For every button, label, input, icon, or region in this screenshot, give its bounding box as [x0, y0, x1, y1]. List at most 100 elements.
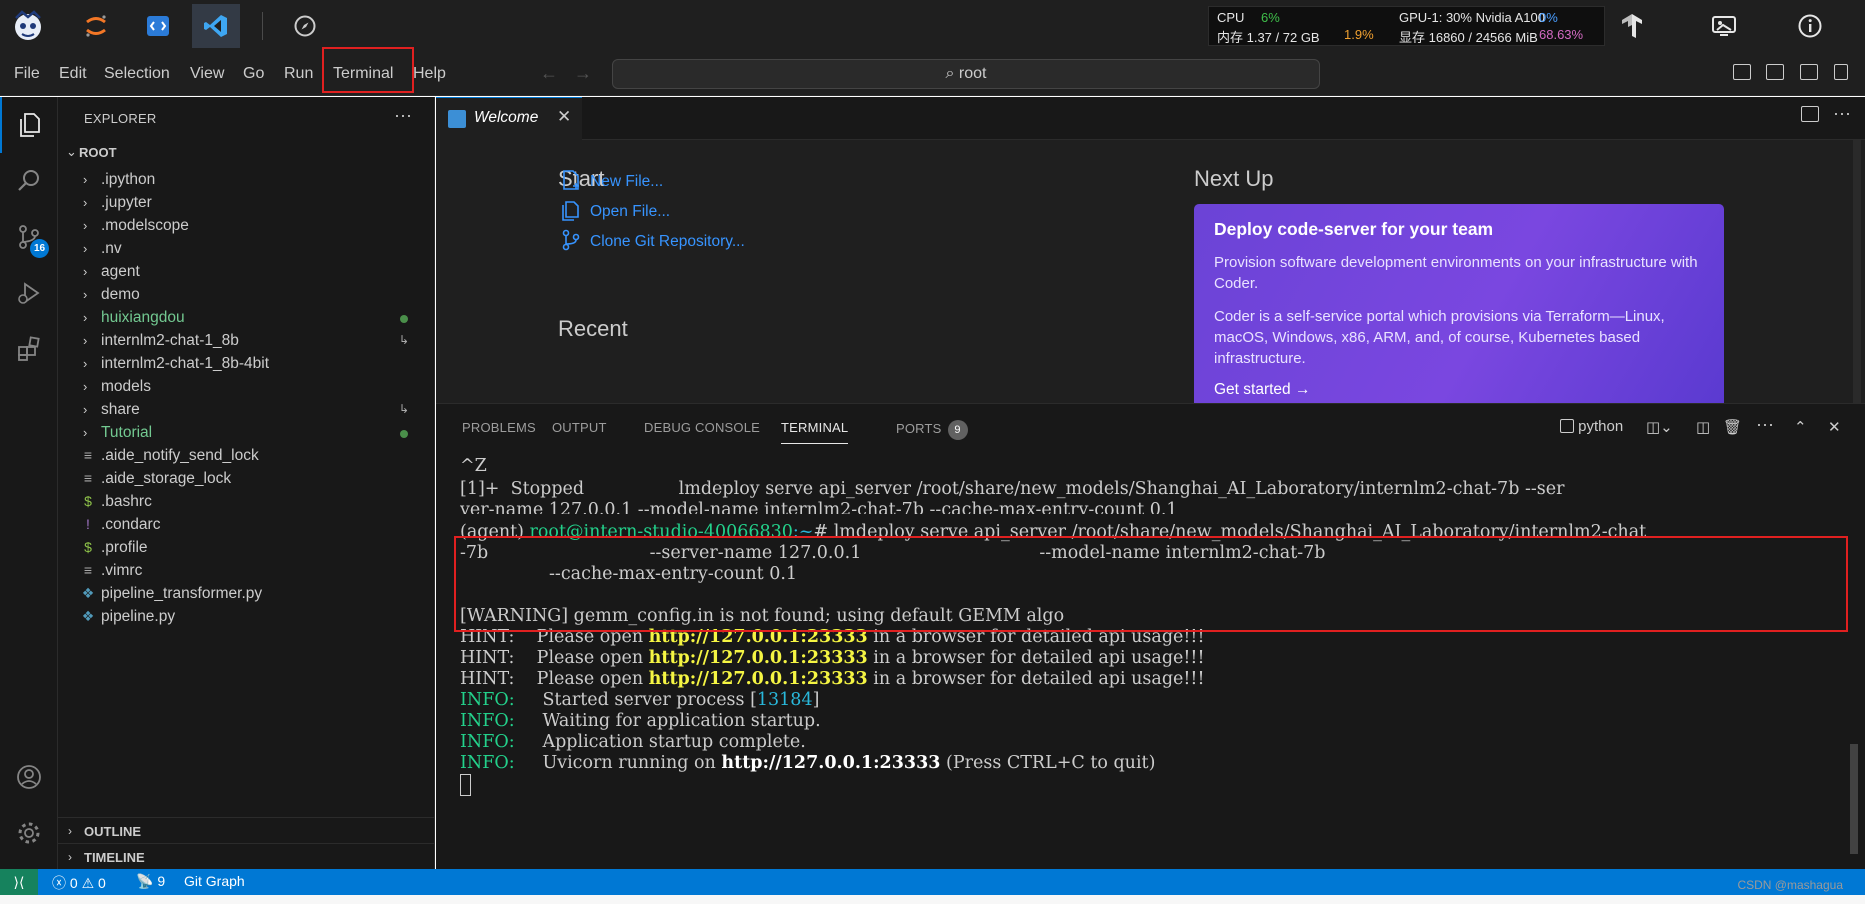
gpu-value: 0% — [1539, 10, 1558, 25]
vscode-icon[interactable] — [192, 4, 240, 48]
tab-label: Welcome — [474, 109, 539, 126]
menu-go[interactable]: Go — [243, 62, 264, 86]
maximize-panel-icon[interactable]: ⌃ — [1794, 418, 1807, 436]
explorer-icon[interactable] — [0, 97, 58, 153]
compass-icon[interactable] — [281, 4, 329, 48]
run-debug-icon[interactable] — [0, 265, 58, 321]
command-highlight-box — [454, 536, 1848, 632]
ports-status[interactable]: 📡 9 — [136, 873, 165, 890]
command-center-label: root — [958, 65, 987, 82]
back-arrow-icon[interactable]: ← — [540, 63, 558, 84]
close-panel-icon[interactable]: ✕ — [1828, 418, 1841, 436]
accounts-icon[interactable] — [0, 749, 58, 805]
terminal-line: ^Z — [460, 456, 487, 476]
python-file-icon: ❖ — [81, 608, 95, 624]
terminal-menu-highlight — [322, 47, 414, 93]
more-actions-icon[interactable]: ··· — [394, 105, 412, 126]
open-file-link[interactable]: Open File... — [590, 203, 670, 221]
git-modified-dot — [400, 315, 408, 323]
problems-status[interactable]: ⓧ 0 ⚠ 0 — [52, 873, 106, 893]
tab-terminal[interactable]: TERMINAL — [781, 420, 849, 444]
tab-debug-console[interactable]: DEBUG CONSOLE — [644, 420, 760, 435]
deploy-card[interactable]: Deploy code-server for your team Provisi… — [1194, 204, 1724, 403]
chevron-right-icon: › — [68, 850, 72, 864]
forward-arrow-icon[interactable]: → — [574, 63, 592, 84]
split-terminal-icon[interactable]: ◫⌄ — [1646, 418, 1673, 436]
git-graph-button[interactable]: Git Graph — [184, 873, 245, 889]
watermark: CSDN @mashagua — [1737, 878, 1843, 892]
studio-logo-icon[interactable] — [4, 4, 52, 48]
terminal-scrollbar[interactable] — [1850, 744, 1858, 854]
jupyter-icon[interactable] — [72, 4, 120, 48]
ports-badge: 9 — [947, 420, 968, 440]
memory-label: 内存 1.37 / 72 GB — [1217, 30, 1320, 45]
explorer-sidebar: EXPLORER ··· ⌄ ROOT › .ipython › .jupyter … — [58, 97, 435, 869]
terminal-info-line: INFO: Uvicorn running on http://127.0.0.… — [460, 753, 1156, 773]
source-control-badge: 16 — [30, 239, 49, 258]
vram-value: 68.63% — [1539, 27, 1584, 42]
card-paragraph-2: Coder is a self-service portal which pro… — [1214, 308, 1665, 367]
get-started-link[interactable]: Get started → — [1214, 381, 1704, 399]
code-server-icon[interactable] — [134, 4, 182, 48]
toggle-secondary-sidebar-icon[interactable] — [1800, 64, 1818, 80]
tab-problems[interactable]: PROBLEMS — [462, 420, 536, 435]
remote-indicator-icon[interactable]: ⟩⟨ — [0, 869, 38, 895]
toggle-panel-icon[interactable] — [1766, 64, 1784, 80]
menu-help[interactable]: Help — [413, 62, 446, 86]
info-icon[interactable] — [1792, 8, 1828, 44]
source-control-icon[interactable]: 16 — [0, 209, 58, 265]
command-center[interactable]: ⌕ root — [612, 59, 1320, 89]
chevron-right-icon: › — [68, 824, 72, 838]
customize-layout-icon[interactable] — [1834, 64, 1848, 80]
activity-bar: 16 — [0, 97, 58, 869]
recent-heading: Recent — [558, 316, 628, 341]
terminal-output[interactable]: ^Z [1]+ Stopped lmdeploy serve api_serve… — [460, 456, 1840, 866]
cpu-label: CPU — [1217, 10, 1245, 25]
split-panel-icon[interactable]: ◫ — [1696, 418, 1710, 436]
menu-run[interactable]: Run — [284, 62, 313, 86]
editor-more-actions-icon[interactable]: ··· — [1833, 103, 1851, 124]
search-activity-icon[interactable] — [0, 153, 58, 209]
terminal-shell-icon — [1560, 419, 1574, 433]
menu-selection[interactable]: Selection — [104, 62, 170, 86]
trash-icon[interactable]: 🗑 — [1723, 418, 1742, 436]
studio-topbar: CPU 6% 内存 1.37 / 72 GB 1.9% GPU-1: 30% N… — [0, 0, 1865, 52]
explorer-title: EXPLORER — [84, 111, 157, 126]
outline-section[interactable]: › OUTLINE — [58, 817, 434, 844]
extensions-icon[interactable] — [0, 321, 58, 377]
topbar-divider — [262, 12, 263, 40]
terminal-line: ver-name 127.0.0.1 --model-name internlm… — [460, 500, 1178, 514]
next-up-heading: Next Up — [1194, 166, 1274, 191]
vram-label: 显存 16860 / 24566 MiB — [1399, 30, 1538, 45]
terminal-shell-selector[interactable]: python — [1560, 418, 1623, 435]
menu-file[interactable]: File — [14, 62, 40, 86]
clone-repo-link[interactable]: Clone Git Repository... — [590, 233, 745, 251]
desktop-image-icon[interactable] — [1706, 8, 1742, 44]
tab-output[interactable]: OUTPUT — [552, 420, 607, 435]
split-editor-icon[interactable] — [1801, 106, 1819, 122]
bottom-panel: PROBLEMS OUTPUT DEBUG CONSOLE TERMINAL P… — [436, 403, 1865, 869]
welcome-tab-icon — [448, 110, 466, 128]
root-label: ROOT — [79, 145, 117, 160]
tab-ports-label: PORTS — [896, 421, 942, 436]
menu-view[interactable]: View — [190, 62, 224, 86]
settings-gear-icon[interactable] — [0, 805, 58, 861]
close-icon[interactable]: ✕ — [557, 107, 571, 127]
editor-scrollbar[interactable] — [1853, 140, 1861, 403]
memory-value: 1.9% — [1344, 27, 1374, 42]
timeline-section[interactable]: › TIMELINE — [58, 843, 434, 870]
resource-monitor: CPU 6% 内存 1.37 / 72 GB 1.9% GPU-1: 30% N… — [1208, 6, 1605, 46]
clone-repo-icon — [562, 229, 580, 251]
open-file-icon — [562, 201, 579, 221]
status-bar: ⟩⟨ ⓧ 0 ⚠ 0 📡 9 Git Graph — [0, 869, 1865, 895]
panel-more-actions-icon[interactable]: ··· — [1756, 414, 1774, 435]
gpu-label: GPU-1: 30% Nvidia A100 — [1399, 10, 1545, 25]
tab-welcome[interactable]: Welcome ✕ — [436, 97, 582, 140]
tree-file[interactable]: ❖ pipeline.py — [58, 603, 434, 630]
new-file-link[interactable]: New File... — [590, 173, 663, 191]
root-folder-header[interactable]: ⌄ ROOT — [66, 141, 426, 165]
menu-edit[interactable]: Edit — [59, 62, 87, 86]
toggle-primary-sidebar-icon[interactable] — [1733, 64, 1751, 80]
tab-ports[interactable]: PORTS 9 — [896, 420, 968, 440]
tensorflow-icon[interactable] — [1614, 8, 1650, 44]
